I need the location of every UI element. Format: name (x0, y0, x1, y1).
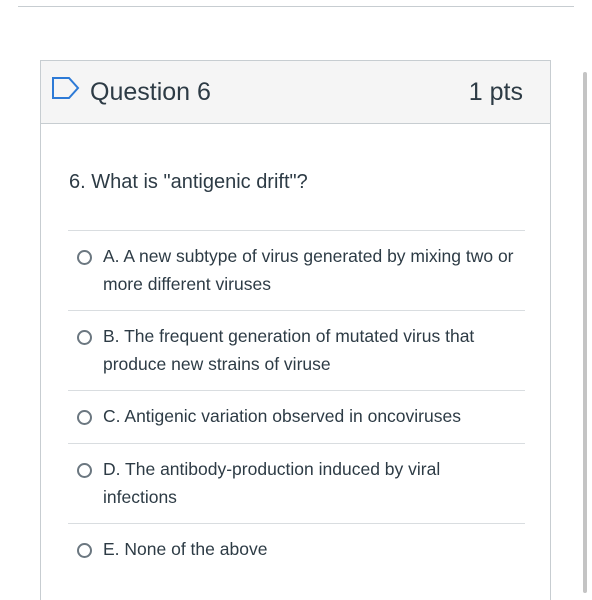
answer-option-a[interactable]: A. A new subtype of virus generated by m… (68, 230, 525, 310)
answer-label-c: C. Antigenic variation observed in oncov… (103, 406, 461, 426)
answer-label-e: E. None of the above (103, 539, 268, 559)
answer-option-d[interactable]: D. The antibody-production induced by vi… (68, 443, 525, 523)
top-divider (18, 6, 574, 7)
question-points: 1 pts (468, 78, 523, 106)
question-header: Question 6 1 pts (41, 61, 550, 124)
radio-button-a[interactable] (77, 250, 92, 265)
page-scrollbar[interactable] (583, 72, 587, 593)
question-title: Question 6 (90, 78, 211, 106)
question-card: Question 6 1 pts 6. What is "antigenic d… (40, 60, 551, 600)
flag-question-icon[interactable] (51, 76, 81, 100)
radio-button-c[interactable] (77, 410, 92, 425)
answer-option-b[interactable]: B. The frequent generation of mutated vi… (68, 310, 525, 390)
answer-option-c[interactable]: C. Antigenic variation observed in oncov… (68, 390, 525, 443)
question-text: 6. What is "antigenic drift"? (69, 171, 308, 193)
radio-button-e[interactable] (77, 543, 92, 558)
answer-label-d: D. The antibody-production induced by vi… (103, 459, 441, 507)
answer-label-a: A. A new subtype of virus generated by m… (103, 246, 514, 294)
radio-button-d[interactable] (77, 463, 92, 478)
answer-label-b: B. The frequent generation of mutated vi… (103, 326, 475, 374)
radio-button-b[interactable] (77, 330, 92, 345)
answer-option-e[interactable]: E. None of the above (68, 523, 525, 576)
answer-list: A. A new subtype of virus generated by m… (68, 230, 525, 576)
